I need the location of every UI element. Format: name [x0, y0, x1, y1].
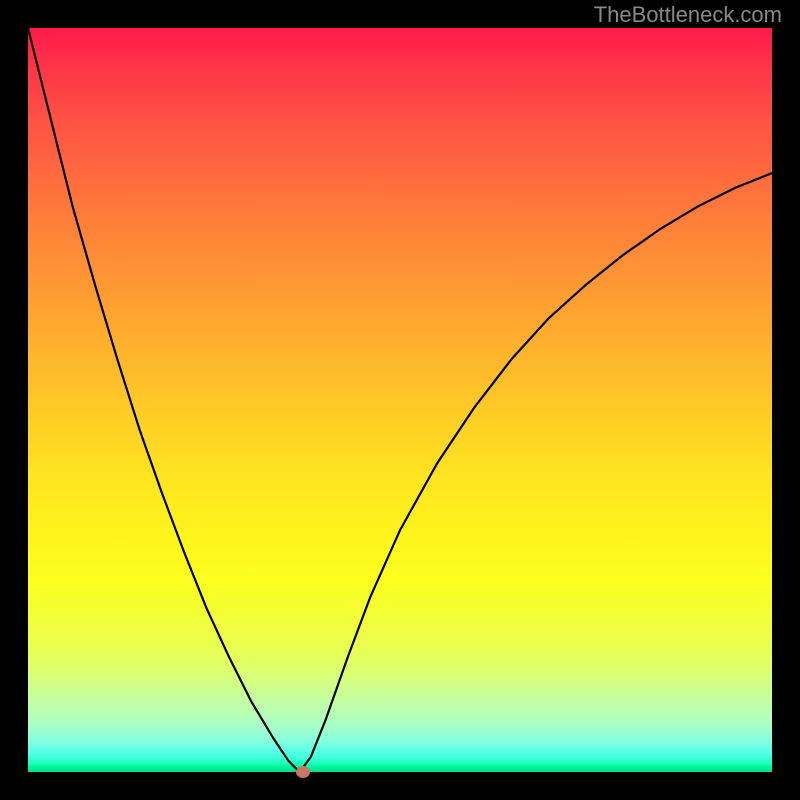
optimal-point-marker	[296, 766, 310, 778]
chart-plot-area	[28, 28, 772, 772]
bottleneck-curve	[28, 28, 772, 772]
watermark-text: TheBottleneck.com	[594, 2, 782, 28]
